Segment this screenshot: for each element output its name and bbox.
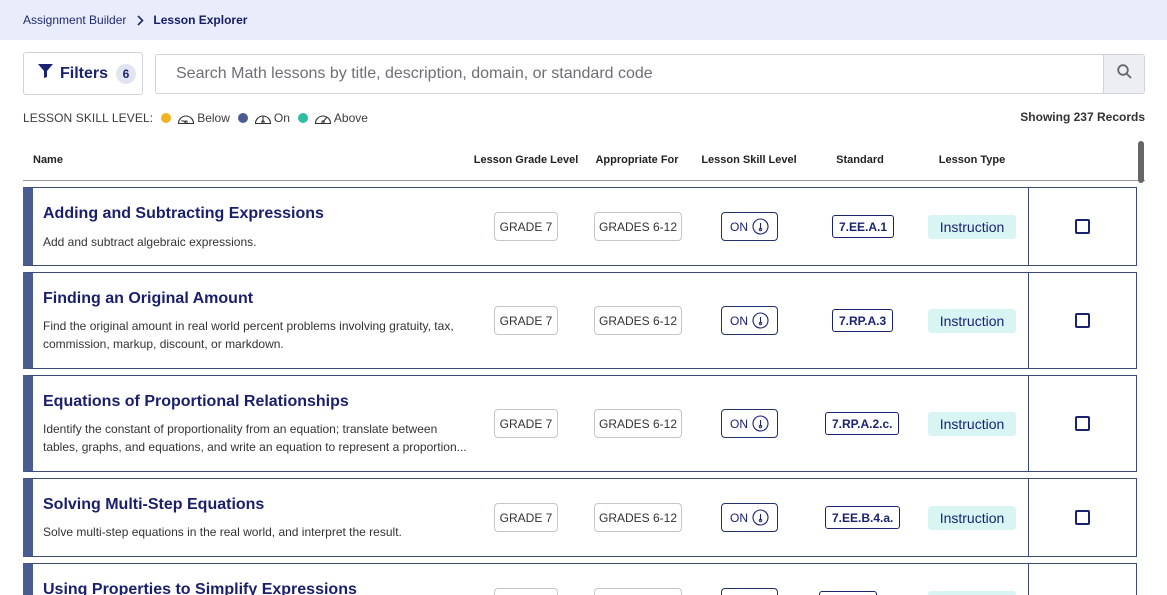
- appropriate-pill: GRADES 6-12: [594, 306, 682, 335]
- lesson-title[interactable]: Using Properties to Simplify Expressions: [43, 581, 357, 595]
- lesson-description: Find the original amount in real world p…: [43, 319, 454, 351]
- standard-badge[interactable]: 7.RP.A.3: [832, 309, 894, 332]
- skill-pill: ON: [721, 212, 778, 241]
- lesson-type-badge: Instruction: [928, 309, 1016, 333]
- lesson-title[interactable]: Solving Multi-Step Equations: [43, 496, 264, 514]
- lesson-type-badge: Instruction: [928, 506, 1016, 530]
- appropriate-pill: GRADES 6-12: [594, 212, 682, 241]
- select-cell: [1028, 376, 1136, 471]
- chevron-right-icon: [137, 14, 145, 26]
- breadcrumb-current: Lesson Explorer: [153, 13, 248, 27]
- select-cell: [1028, 273, 1136, 368]
- appropriate-pill: GRADES 6-12: [594, 503, 682, 532]
- filters-count-badge: 6: [116, 63, 137, 84]
- table-header: Name Lesson Grade Level Appropriate For …: [23, 145, 1145, 181]
- skill-label: ON: [730, 219, 748, 234]
- grade-pill: GRADE 7: [494, 409, 558, 438]
- table-row[interactable]: Solving Multi-Step Equations Solve multi…: [23, 478, 1137, 557]
- lesson-description: Solve multi-step equations in the real w…: [43, 525, 402, 539]
- grade-pill: [494, 588, 558, 595]
- select-checkbox[interactable]: [1075, 219, 1090, 234]
- select-cell: [1028, 564, 1136, 595]
- standard-badge[interactable]: [819, 591, 877, 595]
- lesson-title[interactable]: Equations of Proportional Relationships: [43, 393, 349, 411]
- filters-button[interactable]: Filters 6: [23, 52, 143, 95]
- grade-pill: GRADE 7: [494, 306, 558, 335]
- select-checkbox[interactable]: [1075, 416, 1090, 431]
- header-name[interactable]: Name: [33, 154, 63, 166]
- header-grade-level[interactable]: Lesson Grade Level: [474, 154, 579, 166]
- skill-level-legend: LESSON SKILL LEVEL: Below On Above: [23, 110, 376, 126]
- skill-label: ON: [730, 416, 748, 431]
- legend-item-on: On: [237, 111, 290, 125]
- gauge-above-icon: [314, 115, 331, 125]
- lesson-type-badge: Instruction: [928, 412, 1016, 436]
- lesson-description: Add and subtract algebraic expressions.: [43, 235, 257, 249]
- skill-pill: [721, 588, 778, 595]
- skill-label: ON: [730, 313, 748, 328]
- legend-title: LESSON SKILL LEVEL:: [23, 111, 154, 125]
- header-appropriate-for[interactable]: Appropriate For: [595, 154, 678, 166]
- header-lesson-type[interactable]: Lesson Type: [939, 154, 1005, 166]
- legend-dot-below: [161, 113, 172, 123]
- search-input[interactable]: [156, 55, 1103, 93]
- legend-item-above: Above: [297, 111, 368, 125]
- select-cell: [1028, 188, 1136, 265]
- lesson-title[interactable]: Adding and Subtracting Expressions: [43, 205, 324, 223]
- select-checkbox[interactable]: [1075, 313, 1090, 328]
- gauge-on-icon: [254, 115, 271, 125]
- header-standard[interactable]: Standard: [836, 154, 884, 166]
- legend-label-on: On: [273, 111, 290, 125]
- appropriate-pill: [594, 588, 682, 595]
- lesson-title[interactable]: Finding an Original Amount: [43, 290, 253, 308]
- legend-dot-on: [237, 113, 248, 123]
- gauge-on-icon: [752, 218, 769, 235]
- breadcrumb: Assignment Builder Lesson Explorer: [0, 0, 1167, 40]
- skill-label: ON: [730, 510, 748, 525]
- table-row[interactable]: Adding and Subtracting Expressions Add a…: [23, 187, 1137, 266]
- gauge-on-icon: [752, 415, 769, 432]
- standard-badge[interactable]: 7.EE.A.1: [832, 215, 895, 238]
- skill-pill: ON: [721, 503, 778, 532]
- table-row[interactable]: Equations of Proportional Relationships …: [23, 375, 1137, 472]
- filter-funnel-icon: [38, 64, 53, 83]
- gauge-on-icon: [752, 509, 769, 526]
- legend-label-below: Below: [197, 111, 230, 125]
- skill-pill: ON: [721, 409, 778, 438]
- search-button[interactable]: [1103, 55, 1144, 93]
- breadcrumb-assignment-builder[interactable]: Assignment Builder: [23, 13, 126, 27]
- select-checkbox[interactable]: [1075, 510, 1090, 525]
- scrollbar-thumb[interactable]: [1138, 141, 1144, 183]
- gauge-below-icon: [178, 115, 195, 125]
- lesson-type-badge: [928, 591, 1016, 595]
- filters-label: Filters: [60, 64, 109, 82]
- header-skill-level[interactable]: Lesson Skill Level: [701, 154, 796, 166]
- table-row[interactable]: Finding an Original Amount Find the orig…: [23, 272, 1137, 369]
- standard-badge[interactable]: 7.RP.A.2.c.: [825, 412, 900, 435]
- standard-badge[interactable]: 7.EE.B.4.a.: [825, 506, 901, 529]
- legend-item-below: Below: [161, 111, 230, 125]
- lesson-type-badge: Instruction: [928, 215, 1016, 239]
- legend-dot-above: [297, 113, 308, 123]
- grade-pill: GRADE 7: [494, 212, 558, 241]
- skill-pill: ON: [721, 306, 778, 335]
- records-count: Showing 237 Records: [1020, 110, 1145, 124]
- lesson-description: Identify the constant of proportionality…: [43, 422, 467, 454]
- legend-label-above: Above: [333, 111, 368, 125]
- select-cell: [1028, 479, 1136, 556]
- appropriate-pill: GRADES 6-12: [594, 409, 682, 438]
- search-box: [155, 54, 1145, 94]
- grade-pill: GRADE 7: [494, 503, 558, 532]
- gauge-on-icon: [752, 312, 769, 329]
- table-row[interactable]: Using Properties to Simplify Expressions: [23, 563, 1137, 595]
- search-icon: [1116, 64, 1132, 84]
